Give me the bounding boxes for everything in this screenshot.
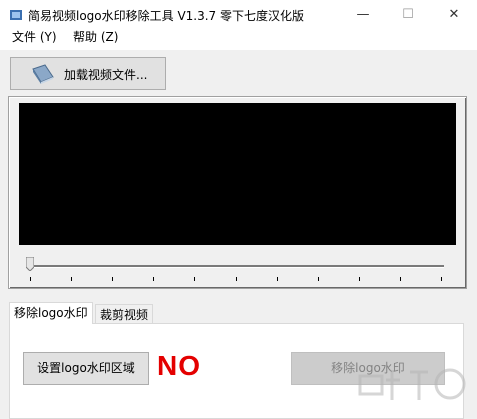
slider-tick <box>400 277 401 281</box>
menu-help[interactable]: 帮助 (Z) <box>73 28 118 46</box>
slider-tick <box>71 277 72 281</box>
tab-crop-video[interactable]: 裁剪视频 <box>95 304 154 324</box>
set-logo-region-button[interactable]: 设置logo水印区域 <box>23 352 149 385</box>
slider-tick <box>277 277 278 281</box>
menu-file[interactable]: 文件 (Y) <box>12 28 57 46</box>
slider-tick <box>153 277 154 281</box>
app-icon <box>10 10 22 20</box>
tab-remove-logo[interactable]: 移除logo水印 <box>9 302 93 324</box>
window-title: 简易视频logo水印移除工具 V1.3.7 零下七度汉化版 <box>28 9 305 23</box>
watermark-logo <box>358 368 466 400</box>
maximize-button[interactable]: ☐ <box>385 0 431 30</box>
slider-tick <box>236 277 237 281</box>
seek-slider-thumb[interactable] <box>26 257 34 271</box>
slider-tick <box>30 277 31 281</box>
slider-tick <box>112 277 113 281</box>
title-bar: 简易视频logo水印移除工具 V1.3.7 零下七度汉化版 — ☐ ✕ <box>0 0 477 30</box>
status-label: NO <box>157 350 201 381</box>
menu-bar: 文件 (Y) 帮助 (Z) <box>0 30 477 50</box>
video-preview <box>19 103 456 245</box>
seek-slider-track[interactable] <box>28 265 444 268</box>
video-frame <box>8 96 467 289</box>
book-icon <box>32 64 54 84</box>
slider-tick <box>441 277 442 281</box>
close-button[interactable]: ✕ <box>431 0 477 30</box>
slider-tick <box>318 277 319 281</box>
load-video-button[interactable]: 加载视频文件... <box>10 57 166 90</box>
minimize-button[interactable]: — <box>340 0 386 30</box>
slider-tick <box>359 277 360 281</box>
slider-tick <box>194 277 195 281</box>
load-video-label: 加载视频文件... <box>64 68 148 82</box>
